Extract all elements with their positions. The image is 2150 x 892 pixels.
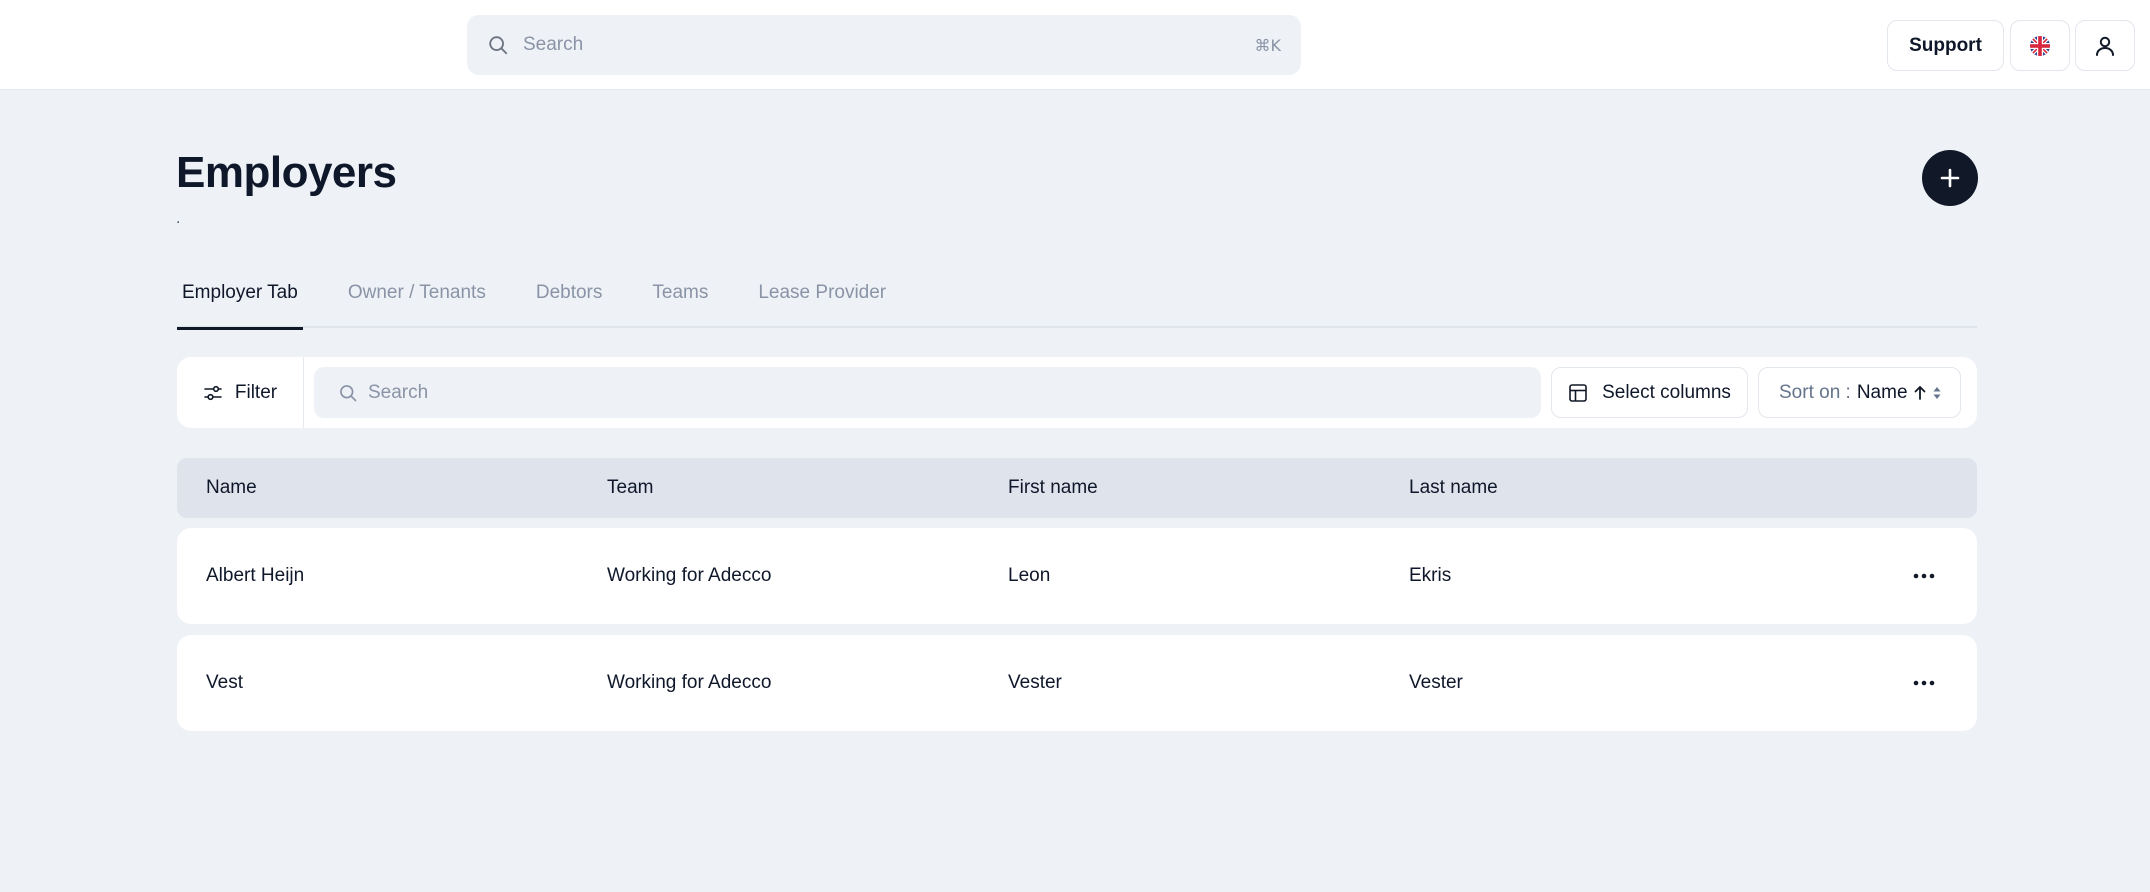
- table-toolbar: Filter Select columns Sort on : Name: [177, 357, 1977, 428]
- cell-team: Working for Adecco: [607, 565, 772, 586]
- language-button[interactable]: [2010, 20, 2070, 71]
- cell-name: Albert Heijn: [206, 565, 305, 586]
- uk-flag-icon: [2029, 35, 2051, 57]
- select-columns-label: Select columns: [1602, 381, 1731, 403]
- cell-name: Vest: [206, 672, 243, 693]
- tab-owner-tenants[interactable]: Owner / Tenants: [343, 268, 491, 328]
- search-icon: [487, 34, 509, 56]
- column-header-team[interactable]: Team: [578, 477, 979, 499]
- tab-teams[interactable]: Teams: [647, 268, 713, 328]
- cell-last-name: Vester: [1409, 672, 1463, 693]
- filter-button[interactable]: Filter: [177, 357, 304, 428]
- select-columns-button[interactable]: Select columns: [1551, 367, 1748, 418]
- table-search[interactable]: [314, 367, 1541, 418]
- row-actions-button[interactable]: [1911, 671, 1937, 695]
- support-button[interactable]: Support: [1887, 20, 2004, 71]
- arrow-up-icon: [1913, 385, 1927, 401]
- more-horizontal-icon: [1913, 573, 1935, 579]
- search-shortcut-hint: ⌘K: [1254, 35, 1282, 55]
- sort-prefix: Sort on :: [1779, 381, 1851, 403]
- filter-icon: [203, 383, 223, 403]
- row-actions-button[interactable]: [1911, 564, 1937, 588]
- sort-select[interactable]: Sort on : Name: [1758, 367, 1961, 418]
- global-search-input[interactable]: [523, 34, 1255, 56]
- tab-bar: Employer Tab Owner / Tenants Debtors Tea…: [177, 268, 1977, 330]
- page-title: Employers: [176, 148, 397, 197]
- table-search-input[interactable]: [368, 381, 1517, 404]
- add-employer-button[interactable]: [1922, 150, 1978, 206]
- table-header: Name Team First name Last name: [177, 458, 1977, 518]
- column-header-name[interactable]: Name: [177, 477, 578, 499]
- filter-button-label: Filter: [234, 381, 278, 403]
- column-header-first-name[interactable]: First name: [979, 477, 1380, 499]
- table-row[interactable]: Albert Heijn Working for Adecco Leon Ekr…: [177, 528, 1977, 624]
- sort-value: Name: [1856, 381, 1908, 403]
- page-subtitle: .: [176, 210, 181, 227]
- global-search[interactable]: ⌘K: [467, 15, 1301, 75]
- table-row[interactable]: Vest Working for Adecco Vester Vester: [177, 635, 1977, 731]
- tab-employer[interactable]: Employer Tab: [177, 268, 303, 330]
- chevron-up-down-icon: [1932, 385, 1942, 401]
- more-horizontal-icon: [1913, 680, 1935, 686]
- tab-lease-provider[interactable]: Lease Provider: [753, 268, 891, 328]
- cell-team: Working for Adecco: [607, 672, 772, 693]
- tab-debtors[interactable]: Debtors: [531, 268, 608, 328]
- support-button-label: Support: [1909, 34, 1982, 56]
- cell-last-name: Ekris: [1409, 565, 1452, 586]
- cell-first-name: Leon: [1008, 565, 1051, 586]
- column-header-last-name[interactable]: Last name: [1380, 477, 1781, 499]
- user-icon: [2093, 34, 2117, 58]
- top-bar: ⌘K Support: [0, 0, 2150, 90]
- plus-icon: [1938, 166, 1962, 190]
- cell-first-name: Vester: [1008, 672, 1062, 693]
- columns-icon: [1568, 383, 1588, 403]
- search-icon: [338, 383, 358, 403]
- user-menu-button[interactable]: [2075, 20, 2135, 71]
